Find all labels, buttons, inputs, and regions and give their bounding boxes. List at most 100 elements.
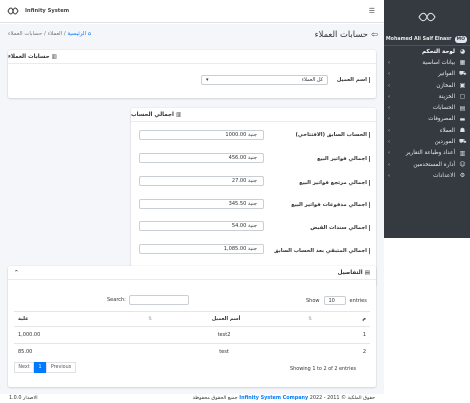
avatar: MO — [454, 36, 467, 43]
chart-icon: ▥ — [175, 111, 182, 118]
summary-value: 1000.00 جنية — [139, 130, 264, 140]
summary-label: اجمالي مرتجع فواتير البيع — [299, 180, 370, 186]
cell-name: test2 — [144, 326, 304, 344]
table-row: 85.00 test 2 — [14, 343, 370, 361]
summary-card: ▥ اجمالي الحساب الحساب السابق (الافتتاحي… — [131, 108, 376, 286]
customer-label: اسم العميل — [337, 77, 370, 83]
footer: الاصدار 1.0.0 حقوق الملكية © 2011 - 2022… — [0, 392, 384, 403]
breadcrumb-home-label[interactable]: الرئيسية — [67, 31, 86, 37]
entries-label: entries — [349, 297, 367, 304]
summary-label: الحساب السابق (الافتتاحي) — [295, 132, 370, 138]
company-link[interactable]: Infinity System Company — [239, 395, 308, 401]
sidebar-item-invoices[interactable]: ‹ الفواتير ⛟ — [384, 69, 470, 80]
sidebar-item-dashboard[interactable]: لوحة التحكم ◕ — [384, 46, 470, 57]
sidebar-item-accounts[interactable]: ‹ الحسابات ▤ — [384, 102, 470, 113]
sidebar-item-settings[interactable]: ‹ الاعدادات ⚙ — [384, 170, 470, 181]
sidebar-item-suppliers[interactable]: ‹ الموردين ⛟ — [384, 136, 470, 147]
version-text: الاصدار 1.0.0 — [9, 394, 38, 401]
chevron-left-icon: ‹ — [388, 82, 390, 89]
warehouse-icon: ▣ — [459, 82, 466, 90]
chevron-left-icon: ‹ — [388, 172, 390, 179]
collapse-icon[interactable]: ⌃ — [14, 270, 19, 276]
column-header-amount-label: علية — [18, 316, 29, 322]
copyright-prefix: حقوق الملكية © 2011 - 2022 — [309, 394, 375, 401]
show-label: Show — [306, 297, 320, 304]
details-card-header: ⌃ ▤ التفاصيل — [8, 266, 376, 280]
cart-icon: ⛟ — [459, 70, 467, 78]
chevron-left-icon: ‹ — [388, 150, 390, 157]
page-length-select[interactable]: 10 — [323, 296, 346, 305]
reports-icon: ▥ — [459, 149, 466, 157]
table-icon: ▤ — [364, 269, 370, 276]
users-icon: ☺ — [459, 161, 466, 169]
page-title: ⇦ حسابات العملاء — [315, 29, 378, 39]
breadcrumb-current: حسابات العملاء — [8, 31, 43, 37]
brand[interactable]: Infinity System — [6, 5, 69, 17]
next-page-label: Next — [18, 365, 30, 370]
chart-icon: ▥ — [51, 53, 57, 60]
sidebar-item-label: المخازن — [436, 82, 455, 89]
breadcrumb-customers[interactable]: العملاء — [48, 31, 63, 37]
chevron-left-icon: ‹ — [388, 127, 390, 134]
sidebar-item-label: العملاء — [439, 127, 455, 134]
sidebar-item-customers[interactable]: ‹ العملاء ☗ — [384, 125, 470, 136]
breadcrumb-home[interactable]: ⌂ الرئيسية — [67, 31, 91, 37]
sidebar-item-users[interactable]: ‹ أدارة المستخدمين ☺ — [384, 159, 470, 170]
chevron-left-icon: ‹ — [388, 59, 390, 66]
sidebar-item-label: أعداد وطباعة التقارير — [405, 150, 455, 157]
column-header-num-label: م — [362, 316, 366, 322]
settings-icon: ⚙ — [459, 172, 466, 180]
sidebar-item-basic-data[interactable]: ‹ بيانات اساسية ▦ — [384, 57, 470, 68]
sidebar-item-label: بيانات اساسية — [422, 59, 455, 66]
sidebar-item-stores[interactable]: ‹ المخازن ▣ — [384, 80, 470, 91]
page-1-button[interactable]: 1 — [34, 362, 46, 373]
chevron-left-icon: ‹ — [388, 139, 390, 146]
dashboard-icon: ◕ — [459, 48, 466, 56]
chevron-down-icon: ▾ — [206, 77, 209, 83]
filter-card-title: حسابات العملاء — [8, 53, 50, 60]
cell-num: 2 — [304, 343, 370, 361]
chevron-left-icon: ‹ — [388, 116, 390, 123]
cell-name: test — [144, 343, 304, 361]
summary-card-header: ▥ اجمالي الحساب — [131, 108, 376, 122]
sidebar-item-label: المصروفات — [428, 116, 455, 123]
length-control: Show 10 entries — [306, 296, 367, 305]
column-header-name[interactable]: ⇅ أسم العميل — [144, 311, 304, 327]
cell-amount: 85.00 — [14, 343, 144, 361]
summary-label: اجمالي فواتير البيع — [317, 156, 370, 162]
details-table: علية ⇅ أسم العميل ⇅ م 1,000.00 test2 1 85.… — [14, 311, 370, 361]
sidebar-item-label: الحسابات — [432, 105, 455, 112]
search-control: Search: — [107, 295, 189, 305]
back-arrow-icon[interactable]: ⇦ — [371, 29, 378, 39]
next-page-button[interactable]: Next — [14, 362, 34, 373]
column-header-num[interactable]: ⇅ م — [304, 311, 370, 327]
search-input[interactable] — [128, 295, 189, 305]
expenses-icon: ▬ — [459, 115, 466, 123]
sidebar-logo[interactable] — [384, 0, 470, 34]
previous-page-button[interactable]: Previous — [46, 362, 76, 373]
table-header-row: علية ⇅ أسم العميل ⇅ م — [14, 311, 370, 327]
filter-card-header: ▥ حسابات العملاء — [8, 50, 376, 64]
sidebar-item-label: الخزينة — [438, 93, 455, 100]
customer-select[interactable]: ▾ كل العملاء — [201, 75, 328, 85]
sidebar-item-treasury[interactable]: ‹ الخزينة ▢ — [384, 91, 470, 102]
sidebar-item-label: الاعدادات — [433, 172, 455, 179]
sidebar-item-reports[interactable]: ‹ أعداد وطباعة التقارير ▥ — [384, 148, 470, 159]
sidebar-item-label: الفواتير — [438, 71, 455, 78]
customers-icon: ☗ — [459, 127, 466, 135]
summary-card-title: اجمالي الحساب — [131, 111, 174, 118]
column-header-amount[interactable]: علية — [14, 311, 144, 327]
brand-logo-icon — [6, 5, 20, 17]
sidebar-item-expenses[interactable]: ‹ المصروفات ▬ — [384, 114, 470, 125]
chevron-left-icon: ‹ — [388, 105, 390, 112]
filter-card: ▥ حسابات العملاء اسم العميل ▾ كل العملاء — [8, 50, 376, 98]
user-name: Mohamed Ali Saif Elnasr — [385, 37, 452, 42]
cell-num: 1 — [304, 326, 370, 344]
summary-value: 27.00 جنية — [139, 176, 264, 186]
sidebar: Mohamed Ali Saif Elnasr MO لوحة التحكم ◕… — [384, 0, 470, 238]
summary-value: 1,085.00 جنية — [139, 244, 264, 254]
summary-value: 345.50 جنية — [139, 199, 264, 209]
copyright-text: حقوق الملكية © 2011 - 2022 Infinity Syst… — [193, 395, 375, 401]
user-panel[interactable]: Mohamed Ali Saif Elnasr MO — [384, 34, 470, 46]
menu-toggle-icon[interactable]: ☰ — [369, 7, 375, 15]
